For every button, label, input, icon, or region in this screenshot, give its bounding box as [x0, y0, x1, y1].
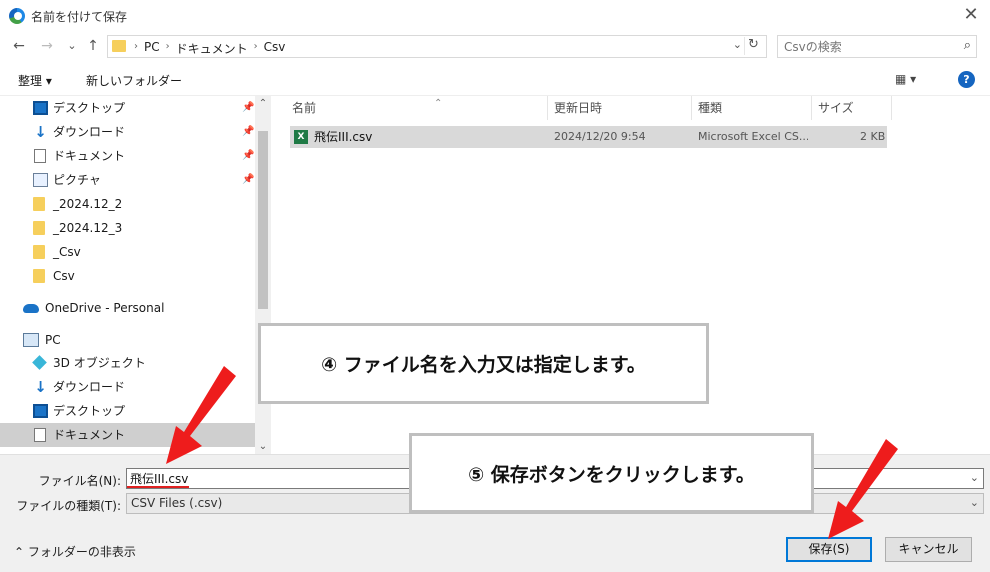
- nav-item-desktop-quick[interactable]: デスクトップ 📌: [0, 96, 255, 120]
- nav-item-label: _Csv: [53, 245, 81, 259]
- folder-icon: [33, 221, 45, 235]
- scroll-down-chevron-icon[interactable]: ⌄: [255, 441, 271, 452]
- breadcrumb-separator-icon: ›: [253, 41, 258, 52]
- nav-item-label: _2024.12_3: [53, 221, 123, 235]
- folder-icon: [112, 40, 126, 52]
- nav-item-downloads-quick[interactable]: ↓ ダウンロード 📌: [0, 120, 255, 144]
- recent-locations-chevron-icon[interactable]: ⌄: [63, 37, 81, 55]
- hide-folders-toggle[interactable]: ⌃ フォルダーの非表示: [14, 543, 136, 560]
- breadcrumb-pc[interactable]: PC: [144, 40, 160, 57]
- filename-dropdown-chevron-icon[interactable]: ⌄: [970, 471, 979, 484]
- document-icon: [34, 149, 46, 163]
- document-icon: [34, 428, 46, 442]
- desktop-icon: [33, 404, 48, 418]
- folder-icon: [33, 269, 45, 283]
- command-bar: 整理 ▾ 新しいフォルダー ▦ ▾ ?: [0, 62, 990, 96]
- desktop-icon: [33, 101, 48, 115]
- red-arrow-icon: [166, 366, 236, 464]
- pin-icon: 📌: [242, 150, 255, 161]
- nav-item-label: デスクトップ: [53, 404, 126, 418]
- search-icon[interactable]: ⌕: [964, 38, 971, 53]
- close-icon[interactable]: ✕: [958, 2, 984, 28]
- nav-item-pc[interactable]: PC: [0, 328, 255, 352]
- title-bar: 名前を付けて保存 ✕: [0, 0, 990, 32]
- breadcrumb-csv[interactable]: Csv: [264, 40, 286, 57]
- edge-app-icon: [9, 8, 25, 24]
- column-header-size[interactable]: サイズ: [818, 96, 892, 120]
- nav-item-folder-csv[interactable]: Csv: [0, 264, 255, 288]
- file-name: 飛伝III.csv: [314, 130, 373, 144]
- breadcrumb-separator-icon: ›: [134, 41, 138, 52]
- filename-underline-highlight: [127, 486, 189, 488]
- nav-item-documents-quick[interactable]: ドキュメント 📌: [0, 144, 255, 168]
- callout-step-4: ④ ファイル名を入力又は指定します。: [258, 323, 709, 404]
- nav-item-pictures-quick[interactable]: ピクチャ 📌: [0, 168, 255, 192]
- pc-icon: [23, 333, 39, 347]
- filename-label: ファイル名(N):: [38, 474, 121, 488]
- file-row[interactable]: X 飛伝III.csv 2024/12/20 9:54 Microsoft Ex…: [290, 126, 887, 148]
- new-folder-button[interactable]: 新しいフォルダー: [86, 72, 182, 89]
- nav-item-label: ダウンロード: [53, 380, 126, 394]
- address-bar[interactable]: › PC › ドキュメント › Csv ⌄ ↻: [107, 35, 767, 58]
- breadcrumb-documents[interactable]: ドキュメント: [176, 40, 248, 57]
- nav-item-label: ドキュメント: [53, 428, 126, 442]
- folder-icon: [33, 245, 45, 259]
- column-header-name[interactable]: 名前 ⌃: [292, 96, 548, 120]
- nav-item-label: Csv: [53, 269, 75, 283]
- back-arrow-icon[interactable]: ←: [10, 37, 28, 55]
- sort-ascending-icon: ⌃: [434, 98, 443, 109]
- onedrive-icon: [23, 304, 39, 313]
- pictures-icon: [33, 173, 48, 187]
- callout-step-5: ⑤ 保存ボタンをクリックします。: [409, 433, 814, 513]
- organize-button[interactable]: 整理 ▾: [18, 72, 52, 89]
- download-icon: ↓: [34, 123, 47, 141]
- nav-item-label: 3D オブジェクト: [53, 356, 146, 370]
- address-dropdown-chevron-icon[interactable]: ⌄: [733, 38, 742, 51]
- folder-icon: [33, 197, 45, 211]
- up-arrow-icon[interactable]: ↑: [84, 37, 102, 55]
- 3d-objects-icon: [32, 355, 47, 370]
- red-arrow-icon: [828, 439, 898, 539]
- filetype-dropdown-chevron-icon[interactable]: ⌄: [970, 496, 979, 509]
- breadcrumb: › PC › ドキュメント › Csv: [134, 40, 285, 57]
- view-options-icon[interactable]: ▦ ▾: [895, 72, 916, 86]
- window-title: 名前を付けて保存: [31, 10, 128, 24]
- nav-item-folder-underscore-csv[interactable]: _Csv: [0, 240, 255, 264]
- file-modified: 2024/12/20 9:54: [554, 130, 646, 143]
- scroll-up-chevron-icon[interactable]: ⌃: [255, 98, 271, 109]
- help-icon[interactable]: ?: [958, 71, 975, 88]
- nav-item-label: ダウンロード: [53, 125, 126, 139]
- address-row: ← → ⌄ ↑ › PC › ドキュメント › Csv ⌄ ↻ ⌕: [0, 32, 990, 62]
- excel-csv-icon: X: [294, 130, 308, 144]
- nav-item-onedrive[interactable]: OneDrive - Personal: [0, 296, 255, 320]
- pin-icon: 📌: [242, 126, 255, 137]
- column-header-label: 名前: [292, 101, 317, 115]
- search-box[interactable]: ⌕: [777, 35, 977, 58]
- scrollbar-thumb[interactable]: [258, 131, 268, 309]
- filetype-value: CSV Files (.csv): [131, 496, 223, 510]
- pin-icon: 📌: [242, 174, 255, 185]
- filetype-label: ファイルの種類(T):: [16, 499, 121, 513]
- nav-item-label: _2024.12_2: [53, 197, 123, 211]
- breadcrumb-separator-icon: ›: [165, 41, 170, 52]
- nav-item-label: ピクチャ: [53, 173, 101, 187]
- download-icon: ↓: [34, 378, 47, 396]
- pin-icon: 📌: [242, 102, 255, 113]
- nav-item-label: ドキュメント: [53, 149, 126, 163]
- column-header-type[interactable]: 種類: [698, 96, 812, 120]
- nav-item-folder-2024-12-3[interactable]: _2024.12_3: [0, 216, 255, 240]
- search-input[interactable]: [784, 38, 949, 55]
- nav-item-label: デスクトップ: [53, 101, 126, 115]
- forward-arrow-icon[interactable]: →: [38, 37, 56, 55]
- column-header-modified[interactable]: 更新日時: [554, 96, 692, 120]
- nav-item-folder-2024-12-2[interactable]: _2024.12_2: [0, 192, 255, 216]
- nav-item-label: PC: [45, 333, 61, 347]
- refresh-icon[interactable]: ↻: [744, 37, 762, 55]
- file-type: Microsoft Excel CS...: [698, 130, 808, 143]
- nav-item-label: OneDrive - Personal: [45, 301, 165, 315]
- file-size: 2 KB: [860, 130, 886, 143]
